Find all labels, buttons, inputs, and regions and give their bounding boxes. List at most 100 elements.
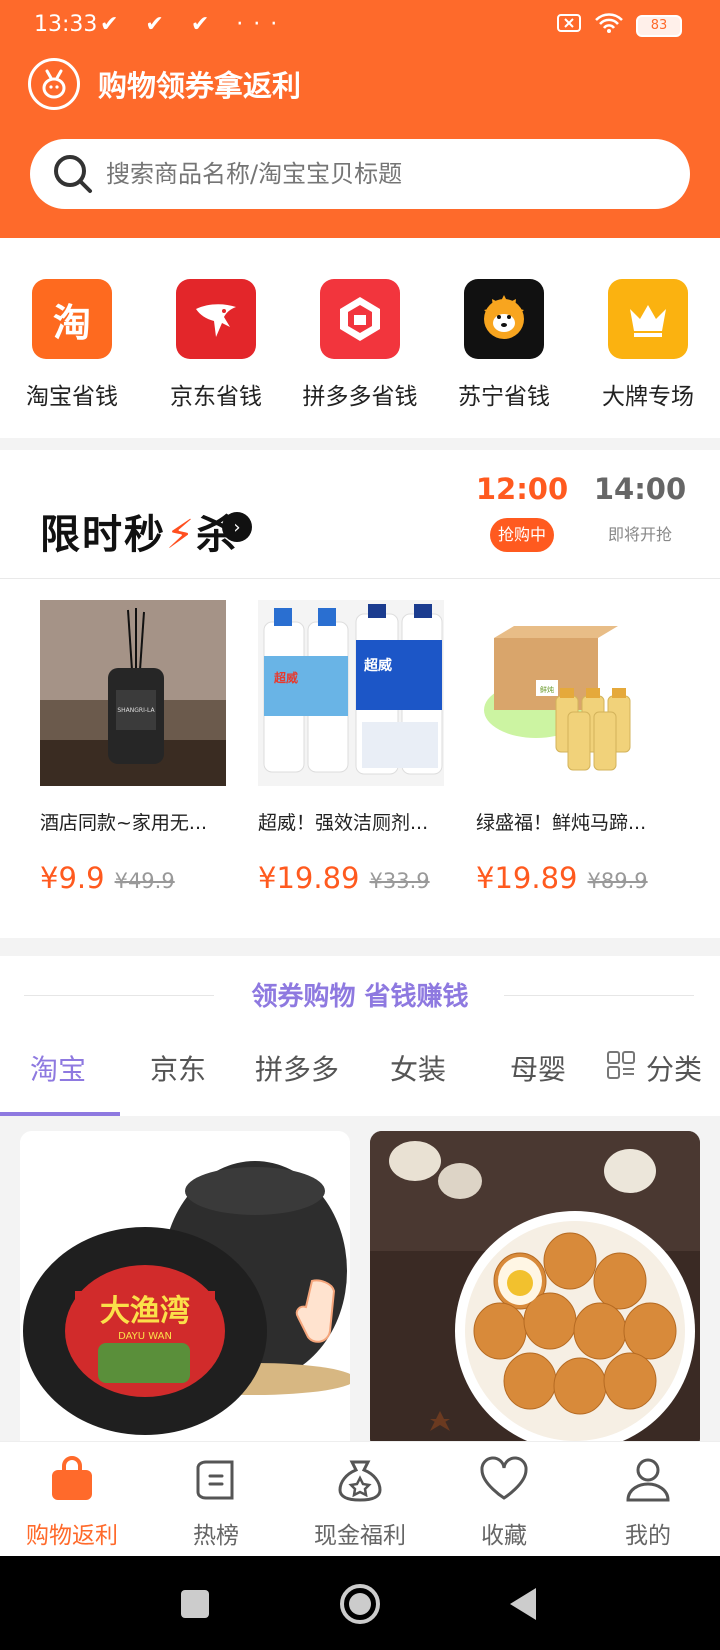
flash-slot-upcoming[interactable]: 14:00 即将开抢	[585, 472, 695, 552]
deal-price: ¥9.9	[40, 861, 105, 895]
deal-price: ¥19.89	[258, 861, 360, 895]
search-bar[interactable]	[30, 139, 690, 209]
nav-label: 我的	[625, 1523, 671, 1549]
nav-cash-welfare[interactable]: 现金福利	[288, 1442, 432, 1556]
flash-sale-title[interactable]: 限时秒⚡杀	[40, 502, 238, 560]
cleaner-brand-label: 超威	[363, 657, 392, 674]
tab-pinduoduo[interactable]: 拼多多	[255, 1048, 339, 1088]
taobao-icon: 淘	[32, 279, 112, 359]
status-right: 83	[556, 12, 682, 39]
deal-name: 超威！强效洁厕剂...	[258, 812, 429, 834]
seaweed-brand: 大渔湾	[100, 1294, 190, 1329]
nav-label: 现金福利	[314, 1523, 406, 1549]
product-card[interactable]	[370, 1131, 700, 1451]
nav-hot-list[interactable]: 热榜	[144, 1442, 288, 1556]
hot-list-icon	[188, 1452, 244, 1508]
platform-label: 京东省钱	[170, 384, 262, 410]
platform-label: 大牌专场	[602, 384, 694, 410]
flash-more-icon[interactable]: ›	[222, 512, 252, 542]
suning-icon	[464, 279, 544, 359]
tab-mother-baby[interactable]: 母婴	[510, 1048, 566, 1088]
search-input[interactable]	[106, 160, 666, 188]
platform-brands[interactable]: 大牌专场	[576, 238, 720, 438]
deal-card[interactable]: 超威 超威 超威！强效洁厕剂... ¥19.89 ¥33.9	[258, 600, 484, 895]
deal-prices: ¥19.89 ¥33.9	[258, 861, 484, 895]
sim-icon	[556, 13, 582, 38]
platform-pinduoduo[interactable]: 拼多多省钱	[288, 238, 432, 438]
deal-image-bottles: 鲜炖	[476, 600, 662, 786]
platform-label: 苏宁省钱	[458, 384, 550, 410]
deal-card[interactable]: 鲜炖 绿盛福！鲜炖马蹄... ¥19.89 ¥89.9	[476, 600, 702, 895]
platform-label: 拼多多省钱	[302, 384, 418, 410]
flash-title-text: 限时秒	[40, 512, 166, 558]
heading-line-right	[504, 995, 694, 996]
home-icon-dot	[349, 1593, 371, 1615]
wifi-icon	[594, 12, 624, 39]
deal-name: 绿盛福！鲜炖马蹄...	[476, 812, 647, 834]
nav-favorites[interactable]: 收藏	[432, 1442, 576, 1556]
flash-sale-section: 限时秒⚡杀 › 12:00 抢购中 14:00 即将开抢 SHANGRI-LA	[0, 450, 720, 938]
system-nav-bar	[0, 1556, 720, 1650]
deal-prices: ¥9.9 ¥49.9	[40, 861, 266, 895]
search-icon	[48, 149, 98, 199]
nav-label: 收藏	[481, 1523, 527, 1549]
nav-label: 购物返利	[26, 1523, 118, 1549]
battery-icon: 83	[636, 14, 682, 37]
nav-label: 热榜	[193, 1523, 239, 1549]
platform-shortcuts: 淘 淘宝省钱 京东省钱 拼多多省钱 苏宁省钱 大牌专场	[0, 238, 720, 438]
coupon-section: 领券购物 省钱赚钱 淘宝 京东 拼多多 女装 母婴 分类	[0, 956, 720, 1116]
deal-original-price: ¥89.9	[587, 869, 648, 893]
deal-price: ¥19.89	[476, 861, 578, 895]
seaweed-sub: DAYU WAN	[118, 1331, 172, 1342]
app-logo-icon	[28, 58, 80, 110]
status-time: 13:33	[34, 12, 98, 37]
cleaner-brand-label-2: 超威	[273, 670, 298, 685]
slot-status-badge: 即将开抢	[607, 525, 672, 544]
back-icon[interactable]	[508, 1586, 538, 1626]
tab-taobao[interactable]: 淘宝	[30, 1048, 86, 1088]
brand-row: 购物领券拿返利	[28, 58, 301, 110]
product-grid: 大渔湾 DAYU WAN	[0, 1116, 720, 1451]
slot-time: 14:00	[593, 472, 687, 506]
tab-categories[interactable]: 分类	[606, 1048, 702, 1088]
flash-slot-active[interactable]: 12:00 抢购中	[467, 472, 577, 552]
lightning-icon: ⚡	[166, 512, 197, 558]
divider	[0, 578, 720, 579]
product-image-seaweed: 大渔湾 DAYU WAN	[20, 1131, 350, 1451]
recent-apps-icon[interactable]	[181, 1590, 209, 1618]
tab-jd[interactable]: 京东	[150, 1048, 206, 1088]
status-bar: 13:33 ✔ ✔ ✔ ··· 83	[0, 0, 720, 54]
deal-image-diffuser: SHANGRI-LA	[40, 600, 226, 786]
platform-taobao[interactable]: 淘 淘宝省钱	[0, 238, 144, 438]
shopping-bag-icon	[44, 1452, 100, 1508]
crown-icon	[608, 279, 688, 359]
platform-suning[interactable]: 苏宁省钱	[432, 238, 576, 438]
deal-original-price: ¥33.9	[369, 869, 430, 893]
nav-profile[interactable]: 我的	[576, 1442, 720, 1556]
deal-prices: ¥19.89 ¥89.9	[476, 861, 702, 895]
jd-icon	[176, 279, 256, 359]
home-icon[interactable]	[340, 1584, 380, 1624]
slot-time: 12:00	[475, 472, 569, 506]
slot-status-badge: 抢购中	[490, 518, 554, 552]
bottom-nav: 购物返利 热榜 现金福利 收藏 我的	[0, 1441, 720, 1556]
deal-image-cleaner: 超威 超威	[258, 600, 444, 786]
nav-shopping-rebate[interactable]: 购物返利	[0, 1442, 144, 1556]
app-title: 购物领券拿返利	[98, 69, 302, 103]
heart-icon	[476, 1452, 532, 1508]
category-tabs: 淘宝 京东 拼多多 女装 母婴 分类	[0, 1034, 720, 1116]
product-card[interactable]: 大渔湾 DAYU WAN	[20, 1131, 350, 1451]
product-image-eggs	[370, 1131, 700, 1451]
flash-deals-list: SHANGRI-LA 酒店同款~家用无... ¥9.9 ¥49.9 超威 超威 …	[0, 600, 720, 895]
pinduoduo-icon	[320, 279, 400, 359]
deal-card[interactable]: SHANGRI-LA 酒店同款~家用无... ¥9.9 ¥49.9	[40, 600, 266, 895]
user-icon	[620, 1452, 676, 1508]
deal-name: 酒店同款~家用无...	[40, 812, 208, 834]
notification-icons: ✔ ✔ ✔ ···	[100, 12, 288, 37]
tab-womens-clothing[interactable]: 女装	[390, 1048, 446, 1088]
platform-jd[interactable]: 京东省钱	[144, 238, 288, 438]
box-label: 鲜炖	[540, 685, 554, 694]
deal-original-price: ¥49.9	[114, 869, 175, 893]
platform-label: 淘宝省钱	[26, 384, 118, 410]
money-bag-icon	[332, 1452, 388, 1508]
